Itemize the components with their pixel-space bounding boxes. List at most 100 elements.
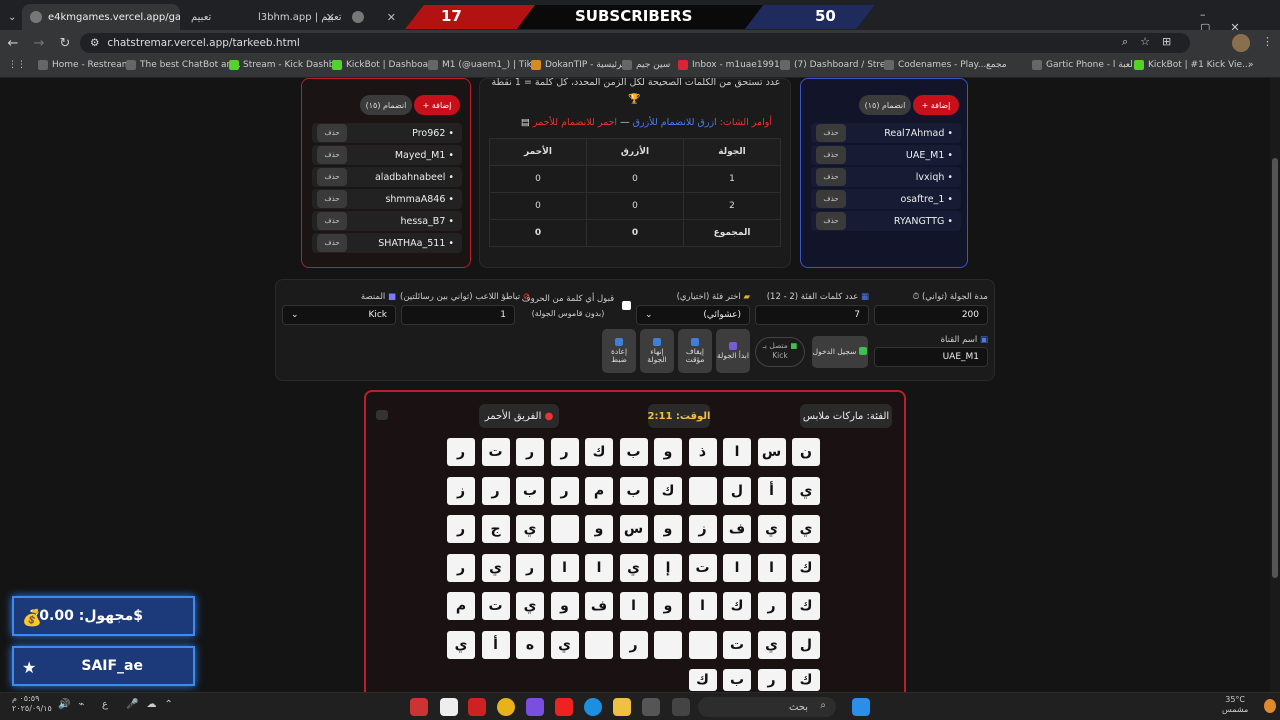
letter-cell: ا bbox=[688, 592, 717, 620]
delete-button[interactable]: حذف bbox=[816, 168, 846, 186]
address-bar[interactable]: ⚙ chatstremar.vercel.app/tarkeeb.html bbox=[80, 33, 1190, 53]
delete-button[interactable]: حذف bbox=[317, 124, 347, 142]
letter-cell: ر bbox=[447, 553, 475, 582]
letter-cell: ذ bbox=[688, 438, 717, 466]
clock[interactable]: ٠٥:٥٩ م ٢٠٢٥/٠٩/١٥ bbox=[12, 694, 52, 715]
delete-button[interactable]: حذف bbox=[317, 234, 347, 252]
edge-icon[interactable] bbox=[584, 698, 602, 716]
bookmark-item[interactable]: Inbox - m1uae1991... bbox=[678, 60, 788, 70]
document-icon: ▤ bbox=[520, 117, 530, 128]
delete-button[interactable]: حذف bbox=[816, 124, 846, 142]
toggle-switch[interactable] bbox=[376, 410, 388, 420]
chat-commands: أوامر الشات: ازرق للانضمام للأزرق — احمر… bbox=[520, 117, 772, 128]
chevron-down-icon: ⌄ bbox=[291, 310, 299, 320]
close-icon[interactable]: ✕ bbox=[387, 11, 396, 24]
app-icon[interactable] bbox=[410, 698, 428, 716]
login-button[interactable]: سجيل الدخول bbox=[812, 336, 868, 368]
delete-button[interactable]: حذف bbox=[816, 190, 846, 208]
page-scrollbar[interactable] bbox=[1270, 78, 1280, 692]
chrome-icon[interactable] bbox=[497, 698, 515, 716]
round-duration-input[interactable]: 200 bbox=[874, 305, 988, 325]
apps-icon[interactable]: ⋮⋮ bbox=[8, 60, 26, 70]
letter-cell: ر bbox=[757, 669, 786, 691]
red-add-button[interactable]: + إضافة bbox=[414, 95, 460, 115]
tray-icons[interactable]: 🎤☁⌃ bbox=[126, 699, 181, 710]
app-icon[interactable] bbox=[526, 698, 544, 716]
reload-icon[interactable]: ↻ bbox=[52, 36, 78, 51]
end-round-button[interactable]: إنهاء الجولة bbox=[640, 329, 674, 373]
cooldown-input[interactable]: 1 bbox=[401, 305, 515, 325]
letter-cell: إ bbox=[654, 553, 682, 582]
channel-input[interactable]: UAE_M1 bbox=[874, 347, 988, 367]
user-badge: ★ SAIF_ae bbox=[12, 646, 195, 686]
menu-icon[interactable]: ⋮ bbox=[1262, 35, 1273, 48]
tab-1[interactable]: e4kmgames.vercel.app/games/✕ bbox=[22, 4, 180, 30]
delete-button[interactable]: حذف bbox=[317, 168, 347, 186]
bookmark-item[interactable]: The best ChatBot an... bbox=[126, 60, 241, 70]
category-select[interactable]: ⌄ (عشوائي) bbox=[636, 305, 750, 325]
system-tray-icons[interactable]: 🔊⌁ bbox=[58, 699, 92, 710]
site-info-icon[interactable]: ⚙ bbox=[90, 37, 99, 49]
blue-join-button[interactable]: انضمام (١٥) bbox=[859, 95, 911, 115]
start-round-button[interactable]: ابدأ الجولة bbox=[716, 329, 750, 373]
bookmark-item[interactable]: Gartic Phone - لعبة ا... bbox=[1032, 60, 1141, 70]
word-count-input[interactable]: 7 bbox=[755, 305, 869, 325]
pause-button[interactable]: إيقاف مؤقت bbox=[678, 329, 712, 373]
bookmark-item[interactable]: Codenames - Play... bbox=[884, 60, 986, 70]
cooldown-label: تباطؤ اللاعب (ثواني بين رسائلتين) ⊘ bbox=[400, 292, 530, 302]
letter-cell: ب bbox=[516, 476, 544, 505]
red-circle-icon: ● bbox=[544, 410, 554, 422]
red-join-button[interactable]: انضمام (١٥) bbox=[360, 95, 412, 115]
toolbar-actions[interactable]: ⌕☆⊞ bbox=[1122, 35, 1183, 49]
app-icon[interactable] bbox=[440, 698, 458, 716]
tab-4[interactable]: ✕ bbox=[344, 4, 404, 30]
bookmark-item[interactable]: (7) Dashboard / Stre... bbox=[780, 60, 894, 70]
blue-team-panel: + إضافة انضمام (١٥) Real7Ahmad • UAE_M1 … bbox=[800, 78, 968, 268]
blue-add-button[interactable]: + إضافة bbox=[913, 95, 959, 115]
letter-cell: ن bbox=[792, 438, 820, 466]
pause-icon bbox=[691, 337, 699, 346]
letter-cell: و bbox=[654, 592, 682, 620]
bookmark-item[interactable]: Stream - Kick Dashb... bbox=[229, 60, 343, 70]
bookmark-item[interactable]: مجمع bbox=[986, 60, 1007, 70]
bookmark-item[interactable]: Home - Restream bbox=[38, 60, 130, 70]
avatar[interactable] bbox=[1232, 34, 1250, 52]
accept-any-checkbox[interactable] bbox=[622, 301, 631, 310]
back-icon[interactable]: ← bbox=[0, 36, 26, 51]
letter-cell: ك bbox=[792, 553, 820, 582]
bookmark-item[interactable]: سين جيم bbox=[622, 60, 670, 70]
bookmark-item[interactable]: KickBot | Dashboard bbox=[332, 60, 437, 70]
table-row: 0 0 المجموع bbox=[489, 219, 781, 247]
reset-button[interactable]: إعادة ضبط bbox=[602, 329, 636, 373]
letter-cell: ت bbox=[723, 630, 751, 659]
folder-icon[interactable] bbox=[613, 698, 631, 716]
bookmark-item[interactable]: M1 (@uaem1_) | Tik... bbox=[428, 60, 540, 70]
taskview-icon[interactable] bbox=[672, 698, 690, 716]
bookmark-item[interactable]: DokanTIP - الرئيسية bbox=[531, 60, 627, 70]
letter-cell: ي bbox=[550, 630, 579, 659]
platform-select[interactable]: ⌄ Kick bbox=[282, 305, 396, 325]
weather-widget[interactable]: 35°C مشمس bbox=[1222, 695, 1248, 716]
delete-button[interactable]: حذف bbox=[816, 212, 846, 230]
letter-cell: و bbox=[550, 592, 579, 620]
windows-start-icon[interactable] bbox=[852, 698, 870, 716]
app-icon[interactable] bbox=[468, 698, 486, 716]
delete-button[interactable]: حذف bbox=[317, 212, 347, 230]
more-bookmarks-icon[interactable]: » bbox=[1248, 60, 1254, 70]
bookmark-item[interactable]: KickBot | #1 Kick Vie... bbox=[1134, 60, 1251, 70]
bookmarks-bar: ⋮⋮ Home - Restream The best ChatBot an..… bbox=[0, 56, 1280, 78]
letter-cell: ر bbox=[481, 476, 510, 505]
letter-cell: ي bbox=[757, 515, 786, 543]
taskbar-search[interactable]: بحث ⌕ bbox=[698, 697, 836, 717]
youtube-icon[interactable] bbox=[555, 698, 573, 716]
forward-icon[interactable]: → bbox=[26, 36, 52, 51]
letter-cell: ر bbox=[619, 630, 648, 659]
store-icon[interactable] bbox=[642, 698, 660, 716]
letter-cell: ي bbox=[792, 476, 820, 505]
delete-button[interactable]: حذف bbox=[317, 190, 347, 208]
delete-button[interactable]: حذف bbox=[317, 146, 347, 164]
delete-button[interactable]: حذف bbox=[816, 146, 846, 164]
language-indicator[interactable]: ع bbox=[102, 699, 108, 710]
tab-3[interactable]: l3bhm.app | تعبيم✕ bbox=[250, 4, 342, 30]
table-header: الأحمر الأزرق الجولة bbox=[489, 138, 781, 166]
